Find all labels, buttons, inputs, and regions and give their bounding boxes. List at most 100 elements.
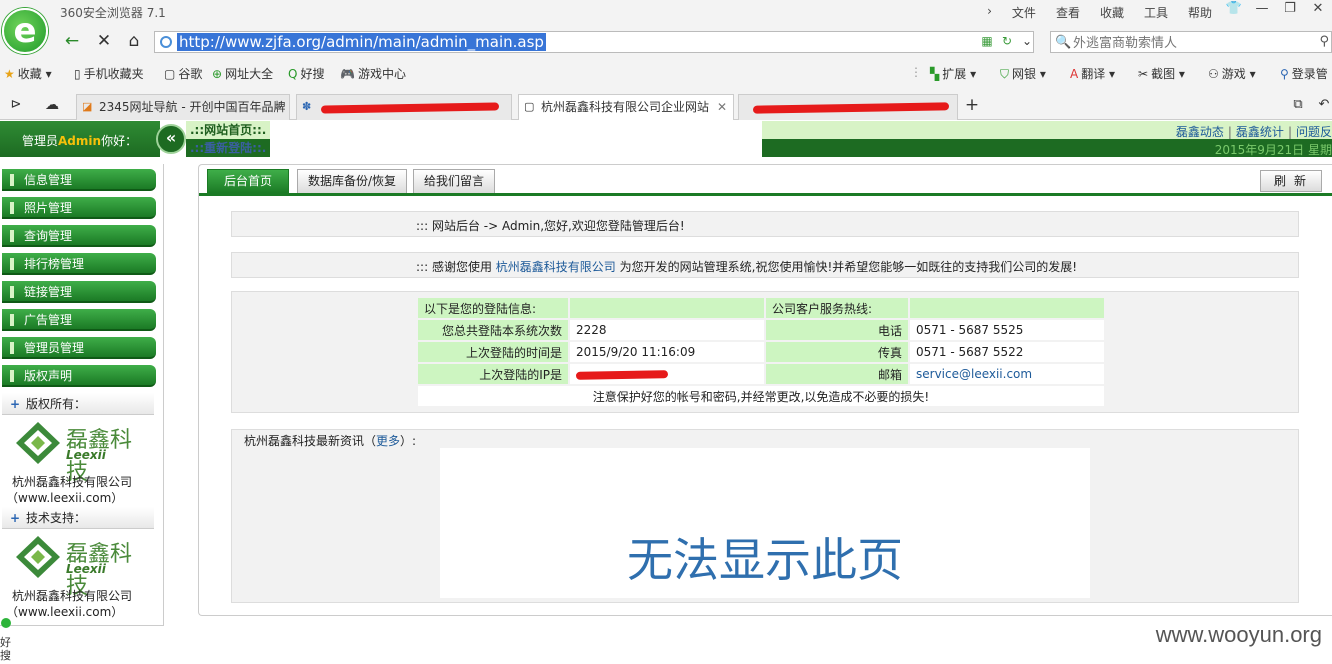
tool-banking[interactable]: ⛉ 网银 ▾ <box>1000 65 1046 82</box>
browser-tab-2345[interactable]: ◪ 2345网址导航 - 开创中国百年品牌 ✕ <box>76 94 290 120</box>
menu-tools[interactable]: 工具 <box>1134 2 1178 23</box>
email-link[interactable]: service@leexii.com <box>916 367 1032 381</box>
dropdown-chevron-icon[interactable]: ⌄ <box>1020 34 1034 48</box>
phone-icon: ▯ <box>74 67 81 81</box>
tab-list-icon[interactable]: ⧉ <box>1286 94 1310 118</box>
tool-extensions[interactable]: ▚ 扩展 ▾ <box>930 65 976 82</box>
browser-tab-redacted-2[interactable] <box>738 94 958 120</box>
fax-number: 0571 - 5687 5522 <box>910 342 1104 362</box>
undo-close-icon[interactable]: ↶ <box>1312 94 1332 118</box>
bookmark-site-nav[interactable]: ⊕ 网址大全 <box>212 65 273 82</box>
sidebar-item-admins[interactable]: 管理员管理 <box>2 337 156 359</box>
browser-logo-icon[interactable]: e <box>2 8 48 54</box>
bookmark-haosou[interactable]: Q 好搜 <box>288 65 324 82</box>
baidu-paw-icon: ✽ <box>302 100 312 113</box>
sidebar-item-links[interactable]: 链接管理 <box>2 281 156 303</box>
browser-tab-leexii[interactable]: ▢ 杭州磊鑫科技有限公司企业网站 ✕ <box>518 94 734 120</box>
skin-icon[interactable]: 👕 <box>1220 0 1248 20</box>
2345-favicon-icon: ◪ <box>82 100 93 113</box>
menu-view[interactable]: 查看 <box>1046 2 1090 23</box>
floating-assistant[interactable]: 好搜 <box>0 616 12 664</box>
tool-translate[interactable]: A 翻译 ▾ <box>1070 65 1115 82</box>
company-link[interactable]: 杭州磊鑫科技有限公司 <box>496 260 616 274</box>
address-url[interactable]: http://www.zjfa.org/admin/main/admin_mai… <box>177 33 546 51</box>
menu-favorites[interactable]: 收藏 <box>1090 2 1134 23</box>
refresh-button[interactable]: 刷新 <box>1260 170 1322 192</box>
news-title: 杭州磊鑫科技最新资讯（更多）: <box>244 434 417 448</box>
security-notice: 注意保护好您的帐号和密码,并经常更改,以免造成不必要的损失! <box>418 386 1104 406</box>
tab-leave-message[interactable]: 给我们留言 <box>413 169 495 193</box>
link-relogin[interactable]: .::重新登陆::. <box>186 139 270 157</box>
header-date: 2015年9月21日 星期 <box>1214 143 1332 157</box>
back-icon[interactable]: ← <box>60 30 84 54</box>
qr-code-icon[interactable]: ▦ <box>980 34 994 48</box>
company-name: 杭州磊鑫科技有限公司 <box>12 475 133 489</box>
menu-chevron-icon[interactable]: › <box>977 2 1002 23</box>
login-search-icon: ⚲ <box>1280 67 1289 81</box>
minimize-icon[interactable]: — <box>1248 0 1276 20</box>
tool-login[interactable]: ⚲ 登录管 <box>1280 65 1328 82</box>
copyright-heading: 版权所有： <box>2 393 154 415</box>
collapse-arrow-icon[interactable]: « <box>156 124 186 154</box>
bookmarks-bar: ★ 收藏 ▾ ▯ 手机收藏夹 ▢ 谷歌 ⊕ 网址大全 Q 好搜 🎮 游戏中心 ⋮ ▚ 扩展 ▾… <box>0 62 1332 84</box>
bookmark-google[interactable]: ▢ 谷歌 <box>164 65 202 82</box>
thanks-box: ::: 感谢您使用 杭州磊鑫科技有限公司 为您开发的网站管理系统,祝您使用愉快!… <box>231 252 1299 278</box>
search-input[interactable] <box>1073 34 1303 50</box>
search-engine-icon[interactable]: 🔍 <box>1055 35 1071 50</box>
page-icon: ▢ <box>164 67 176 81</box>
sidebar-toggle-icon[interactable]: ⊳ <box>4 94 28 118</box>
status-dot-icon <box>1 618 11 628</box>
tool-games[interactable]: ⚇ 游戏 ▾ <box>1208 65 1256 82</box>
link-stats[interactable]: 磊鑫统计 <box>1236 125 1284 139</box>
link-feedback[interactable]: 问题反 <box>1296 125 1332 139</box>
sidebar-item-ranking[interactable]: 排行榜管理 <box>2 253 156 275</box>
tab-db-backup[interactable]: 数据库备份/恢复 <box>297 169 407 193</box>
search-icon[interactable]: ⚲ <box>1319 34 1329 49</box>
hotline-heading: 公司客户服务热线: <box>766 298 908 318</box>
bookmark-favorites[interactable]: ★ 收藏 ▾ <box>4 65 52 82</box>
menu-file[interactable]: 文件 <box>1002 2 1046 23</box>
browser-chrome: e 360安全浏览器 7.1 › 文件 查看 收藏 工具 帮助 👕 — ❐ ✕ … <box>0 0 1332 120</box>
search-box: 🔍 ⚲ <box>1050 31 1332 53</box>
sidebar-item-query[interactable]: 查询管理 <box>2 225 156 247</box>
redaction-mark <box>320 102 500 114</box>
link-news[interactable]: 磊鑫动态 <box>1176 125 1224 139</box>
menu-help[interactable]: 帮助 <box>1178 2 1222 23</box>
home-icon[interactable]: ⌂ <box>122 30 146 54</box>
site-info-icon[interactable] <box>160 36 172 48</box>
bookmark-mobile[interactable]: ▯ 手机收藏夹 <box>74 65 144 82</box>
sidebar-item-photos[interactable]: 照片管理 <box>2 197 156 219</box>
gamepad-icon: ⚇ <box>1208 67 1219 81</box>
close-icon[interactable]: ✕ <box>1304 0 1332 20</box>
tab-close-icon[interactable]: ✕ <box>273 95 283 119</box>
refresh-page-icon[interactable]: ↻ <box>1000 34 1014 48</box>
login-info-heading: 以下是您的登陆信息: <box>418 298 568 318</box>
brand-logo: 磊鑫科技 Leexii <box>14 420 144 485</box>
new-tab-button[interactable]: + <box>960 94 984 118</box>
sidebar-item-copyright[interactable]: 版权声明 <box>2 365 156 387</box>
bookmark-games[interactable]: 🎮 游戏中心 <box>340 65 406 82</box>
admin-header-right: 磊鑫动态 | 磊鑫统计 | 问题反 2015年9月21日 星期 <box>762 121 1332 157</box>
tab-bar: ⊳ ☁ ◪ 2345网址导航 - 开创中国百年品牌 ✕ ✽ ▢ 杭州磊鑫科技有限… <box>0 92 1332 120</box>
maximize-icon[interactable]: ❐ <box>1276 0 1304 20</box>
sidebar-item-ads[interactable]: 广告管理 <box>2 309 156 331</box>
gamepad-icon: 🎮 <box>340 67 355 81</box>
browser-tab-redacted-1[interactable]: ✽ <box>296 94 512 120</box>
support-heading: 技术支持： <box>2 507 154 529</box>
cloud-icon[interactable]: ☁ <box>40 94 64 118</box>
tool-screenshot[interactable]: ✂ 截图 ▾ <box>1138 65 1185 82</box>
company-url[interactable]: （www.leexii.com） <box>6 489 123 506</box>
news-more-link[interactable]: 更多 <box>376 434 400 448</box>
tab-close-icon[interactable]: ✕ <box>717 95 727 119</box>
tab-admin-home[interactable]: 后台首页 <box>207 169 289 193</box>
link-site-home[interactable]: .::网站首页::. <box>186 121 270 139</box>
top-menu: › 文件 查看 收藏 工具 帮助 <box>977 2 1222 23</box>
breadcrumb: ::: 网站后台 -> Admin,您好,欢迎您登陆管理后台! <box>416 219 685 233</box>
stop-icon[interactable]: ✕ <box>92 30 116 54</box>
address-bar[interactable]: http://www.zjfa.org/admin/main/admin_mai… <box>154 31 1034 53</box>
sidebar-item-info[interactable]: 信息管理 <box>2 169 156 191</box>
login-count: 2228 <box>570 320 764 340</box>
header-right-links: 磊鑫动态 | 磊鑫统计 | 问题反 <box>1175 125 1332 139</box>
company-url[interactable]: （www.leexii.com） <box>6 603 123 620</box>
admin-sidebar: 信息管理 照片管理 查询管理 排行榜管理 链接管理 广告管理 管理员管理 版权声… <box>0 164 164 626</box>
